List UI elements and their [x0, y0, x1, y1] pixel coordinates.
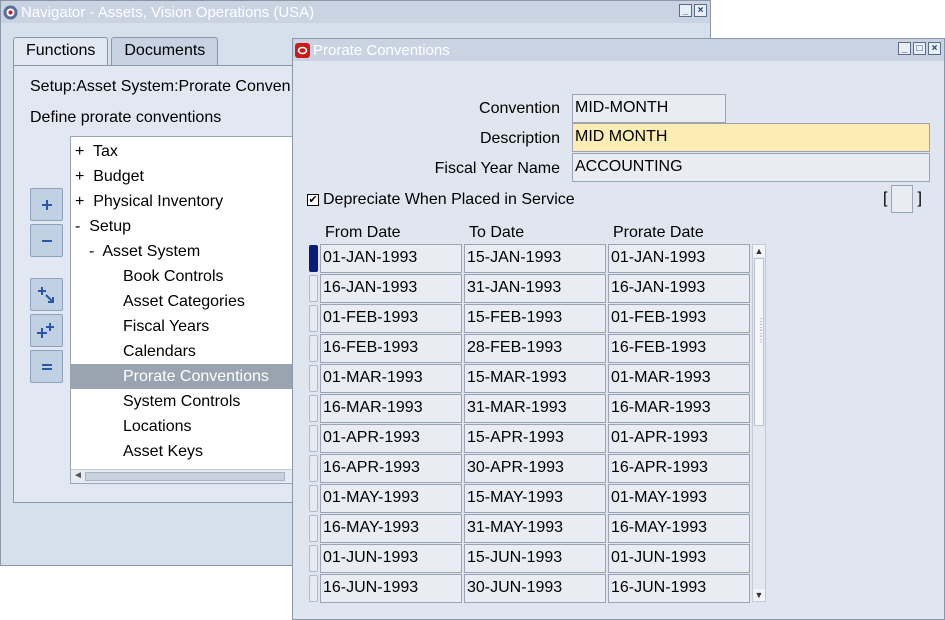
from-date-cell[interactable]: 16-MAY-1993 [320, 514, 462, 543]
prorate-title: Prorate Conventions [313, 41, 450, 59]
fiscal-year-field[interactable]: ACCOUNTING [572, 153, 930, 182]
scroll-up-icon[interactable]: ▲ [753, 245, 765, 257]
to-date-cell[interactable]: 15-MAY-1993 [464, 484, 606, 513]
prorate-date-cell[interactable]: 16-JUN-1993 [608, 574, 750, 603]
column-header-prorate-date: Prorate Date [613, 224, 704, 241]
record-indicator[interactable] [309, 395, 318, 422]
navigator-title: Navigator - Assets, Vision Operations (U… [21, 3, 315, 21]
prorate-date-cell[interactable]: 16-MAY-1993 [608, 514, 750, 543]
close-icon[interactable]: × [694, 4, 707, 17]
descriptive-flexfield[interactable]: [ ] [883, 185, 922, 213]
record-indicator[interactable] [309, 455, 318, 482]
convention-label: Convention [479, 100, 560, 117]
function-description: Define prorate conventions [30, 109, 222, 126]
fiscal-year-label: Fiscal Year Name [434, 160, 560, 177]
description-field[interactable]: MID MONTH [572, 123, 930, 152]
depreciate-checkbox[interactable]: ✔ [307, 194, 319, 206]
expand-all-button[interactable] [30, 314, 63, 347]
record-indicator[interactable] [309, 545, 318, 572]
prorate-date-cell[interactable]: 01-JAN-1993 [608, 244, 750, 273]
prorate-date-cell[interactable]: 01-APR-1993 [608, 424, 750, 453]
prorate-date-cell[interactable]: 16-FEB-1993 [608, 334, 750, 363]
record-indicator[interactable] [309, 425, 318, 452]
to-date-cell[interactable]: 30-APR-1993 [464, 454, 606, 483]
record-indicator[interactable] [309, 365, 318, 392]
scrollbar-thumb[interactable]: ⋮ ⋮ ⋮ ⋮ [754, 258, 765, 426]
prorate-date-cell[interactable]: 16-JAN-1993 [608, 274, 750, 303]
current-record-indicator[interactable] [309, 245, 318, 272]
record-indicator[interactable] [309, 335, 318, 362]
flexfield-box[interactable] [891, 185, 914, 213]
bracket-open: [ [883, 190, 888, 207]
column-header-from-date: From Date [325, 224, 401, 241]
prorate-date-cell[interactable]: 01-FEB-1993 [608, 304, 750, 333]
collapse-icon [41, 239, 52, 242]
to-date-cell[interactable]: 15-JUN-1993 [464, 544, 606, 573]
bracket-close: ] [917, 190, 922, 207]
scrollbar-thumb[interactable] [85, 472, 285, 481]
expand-all-icon [36, 322, 54, 338]
record-indicator[interactable] [309, 515, 318, 542]
minimize-icon[interactable]: _ [679, 4, 692, 17]
tab-documents[interactable]: Documents [111, 37, 219, 65]
maximize-icon[interactable]: □ [913, 42, 926, 55]
to-date-cell[interactable]: 28-FEB-1993 [464, 334, 606, 363]
from-date-cell[interactable]: 16-JUN-1993 [320, 574, 462, 603]
from-date-cell[interactable]: 01-APR-1993 [320, 424, 462, 453]
table-vertical-scrollbar[interactable]: ▲ ⋮ ⋮ ⋮ ⋮ ▼ [752, 244, 766, 602]
description-label: Description [479, 130, 560, 147]
record-indicator[interactable] [309, 485, 318, 512]
navigator-app-icon [3, 5, 18, 20]
scrollbar-grip-icon: ⋮ ⋮ ⋮ ⋮ [757, 317, 765, 344]
to-date-cell[interactable]: 15-FEB-1993 [464, 304, 606, 333]
from-date-cell[interactable]: 01-MAR-1993 [320, 364, 462, 393]
to-date-cell[interactable]: 15-APR-1993 [464, 424, 606, 453]
depreciate-label: Depreciate When Placed in Service [323, 191, 575, 208]
to-date-cell[interactable]: 31-MAR-1993 [464, 394, 606, 423]
convention-field[interactable]: MID-MONTH [572, 94, 726, 123]
to-date-cell[interactable]: 15-JAN-1993 [464, 244, 606, 273]
to-date-cell[interactable]: 30-JUN-1993 [464, 574, 606, 603]
from-date-cell[interactable]: 16-JAN-1993 [320, 274, 462, 303]
record-indicator[interactable] [309, 575, 318, 602]
record-indicator[interactable] [309, 305, 318, 332]
prorate-date-cell[interactable]: 16-MAR-1993 [608, 394, 750, 423]
record-indicator[interactable] [309, 275, 318, 302]
collapse-all-button[interactable] [30, 350, 63, 383]
from-date-cell[interactable]: 01-MAY-1993 [320, 484, 462, 513]
prorate-date-cell[interactable]: 01-JUN-1993 [608, 544, 750, 573]
scroll-down-icon[interactable]: ▼ [753, 589, 765, 601]
expand-button[interactable] [30, 188, 63, 221]
close-icon[interactable]: × [928, 42, 941, 55]
scroll-left-icon[interactable]: ◄ [73, 470, 83, 481]
depreciate-checkbox-row[interactable]: ✔ Depreciate When Placed in Service [307, 191, 575, 209]
to-date-cell[interactable]: 31-JAN-1993 [464, 274, 606, 303]
from-date-cell[interactable]: 16-APR-1993 [320, 454, 462, 483]
from-date-cell[interactable]: 01-JUN-1993 [320, 544, 462, 573]
oracle-form-icon [295, 42, 310, 58]
expand-icon [41, 199, 52, 210]
prorate-date-cell[interactable]: 16-APR-1993 [608, 454, 750, 483]
function-path: Setup:Asset System:Prorate Conven [30, 78, 291, 95]
to-date-cell[interactable]: 15-MAR-1993 [464, 364, 606, 393]
from-date-cell[interactable]: 01-JAN-1993 [320, 244, 462, 273]
expand-branch-button[interactable] [30, 278, 63, 311]
to-date-cell[interactable]: 31-MAY-1993 [464, 514, 606, 543]
collapse-button[interactable] [30, 224, 63, 257]
from-date-cell[interactable]: 16-MAR-1993 [320, 394, 462, 423]
tab-functions[interactable]: Functions [13, 37, 109, 65]
from-date-cell[interactable]: 16-FEB-1993 [320, 334, 462, 363]
prorate-date-cell[interactable]: 01-MAY-1993 [608, 484, 750, 513]
prorate-conventions-window: Prorate Conventions _ □ × Convention MID… [292, 38, 945, 620]
minimize-icon[interactable]: _ [898, 42, 911, 55]
prorate-titlebar[interactable]: Prorate Conventions _ □ × [293, 39, 944, 61]
from-date-cell[interactable]: 01-FEB-1993 [320, 304, 462, 333]
collapse-all-icon [41, 363, 52, 370]
column-header-to-date: To Date [469, 224, 525, 241]
prorate-date-cell[interactable]: 01-MAR-1993 [608, 364, 750, 393]
navigator-titlebar[interactable]: Navigator - Assets, Vision Operations (U… [1, 1, 710, 23]
expand-branch-icon [37, 286, 54, 303]
